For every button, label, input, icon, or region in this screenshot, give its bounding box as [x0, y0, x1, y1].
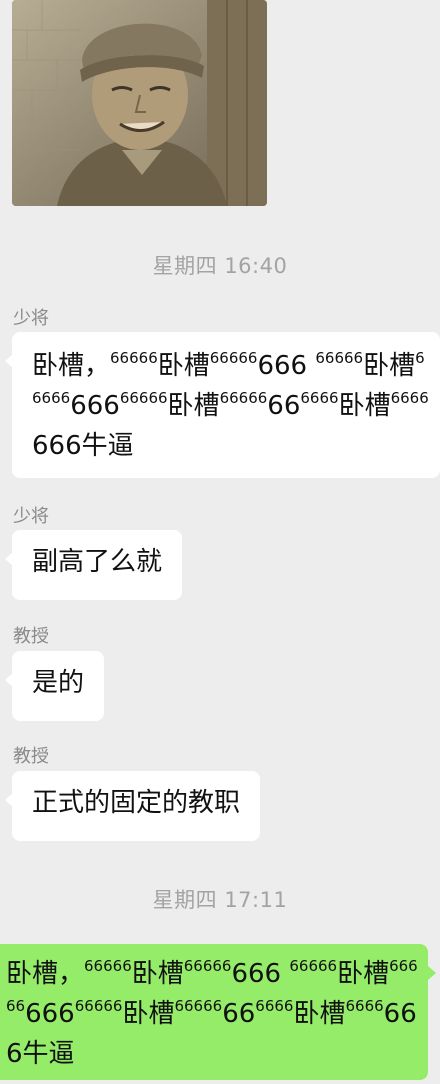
message-text: 卧槽，66666卧槽66666666 66666卧槽6666666666666卧… [6, 956, 418, 1069]
sender-name: 教授 [13, 626, 49, 647]
timestamp: 星期四 17:11 [152, 888, 288, 912]
message-bubble[interactable]: 卧槽，66666卧槽66666666 66666卧槽6666666666666卧… [5, 332, 440, 478]
message-text: 副高了么就 [32, 547, 163, 577]
image-message[interactable] [12, 0, 267, 206]
message-bubble[interactable]: 副高了么就 [5, 530, 183, 600]
sender-name: 少将 [13, 506, 49, 527]
bubble-tail [5, 673, 13, 687]
my-message-bubble[interactable]: 卧槽，66666卧槽66666666 66666卧槽6666666666666卧… [0, 944, 436, 1080]
message-text: 是的 [32, 668, 85, 698]
meme-photo-icon [12, 0, 267, 206]
message-bubble[interactable]: 是的 [5, 651, 105, 721]
sender-name: 少将 [13, 308, 49, 329]
bubble-tail [5, 793, 13, 807]
bubble-tail [5, 354, 13, 368]
chat-view: 星期四 16:40 少将 卧槽，66666卧槽66666666 66666卧槽6… [0, 0, 440, 1080]
message-bubble[interactable]: 正式的固定的教职 [5, 771, 261, 841]
sender-name: 教授 [13, 746, 49, 767]
bubble-tail [5, 552, 13, 566]
timestamp: 星期四 16:40 [152, 254, 288, 278]
message-text: 卧槽，66666卧槽66666666 66666卧槽6666666666666卧… [32, 348, 429, 461]
bubble-tail [428, 966, 436, 980]
message-text: 正式的固定的教职 [32, 788, 241, 818]
